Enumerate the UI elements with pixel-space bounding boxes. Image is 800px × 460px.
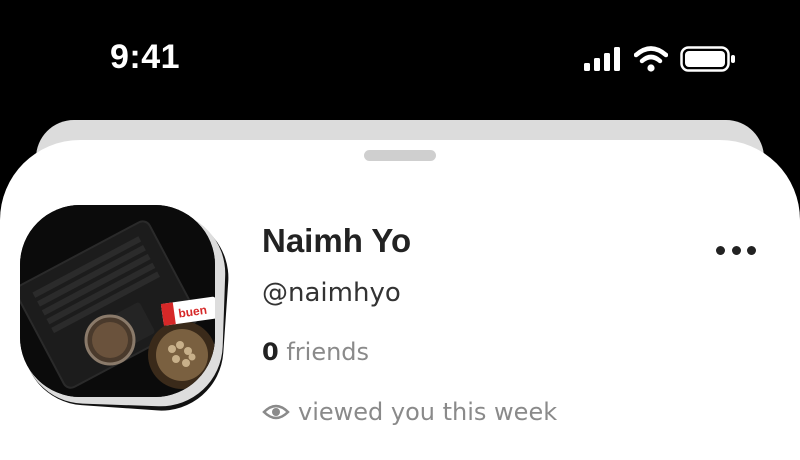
more-dot-icon [747, 245, 756, 255]
avatar-image: buen [20, 205, 215, 397]
friends-label: friends [286, 338, 370, 366]
avatar-photo: buen [20, 205, 215, 397]
more-dot-icon [731, 245, 741, 255]
avatar[interactable]: buen [19, 205, 233, 415]
profile-name: Naimh Yo [262, 222, 412, 259]
cellular-signal-icon [584, 47, 620, 71]
wifi-icon [634, 46, 668, 72]
more-options-button[interactable] [716, 240, 756, 260]
battery-icon [680, 46, 735, 72]
friends-count: 0 [262, 338, 279, 366]
status-time: 9:41 [110, 38, 181, 76]
viewed-you-row[interactable]: viewed you this week [262, 398, 557, 426]
eye-icon [262, 404, 290, 420]
status-icons [584, 44, 736, 74]
sheet-grabber[interactable] [364, 150, 436, 161]
viewed-you-label: viewed you this week [298, 398, 558, 426]
profile-handle: @naimhyo [262, 278, 401, 308]
more-dot-icon [716, 245, 725, 255]
status-bar: 9:41 [0, 0, 800, 120]
friends-count-row[interactable]: 0 friends [262, 338, 369, 366]
